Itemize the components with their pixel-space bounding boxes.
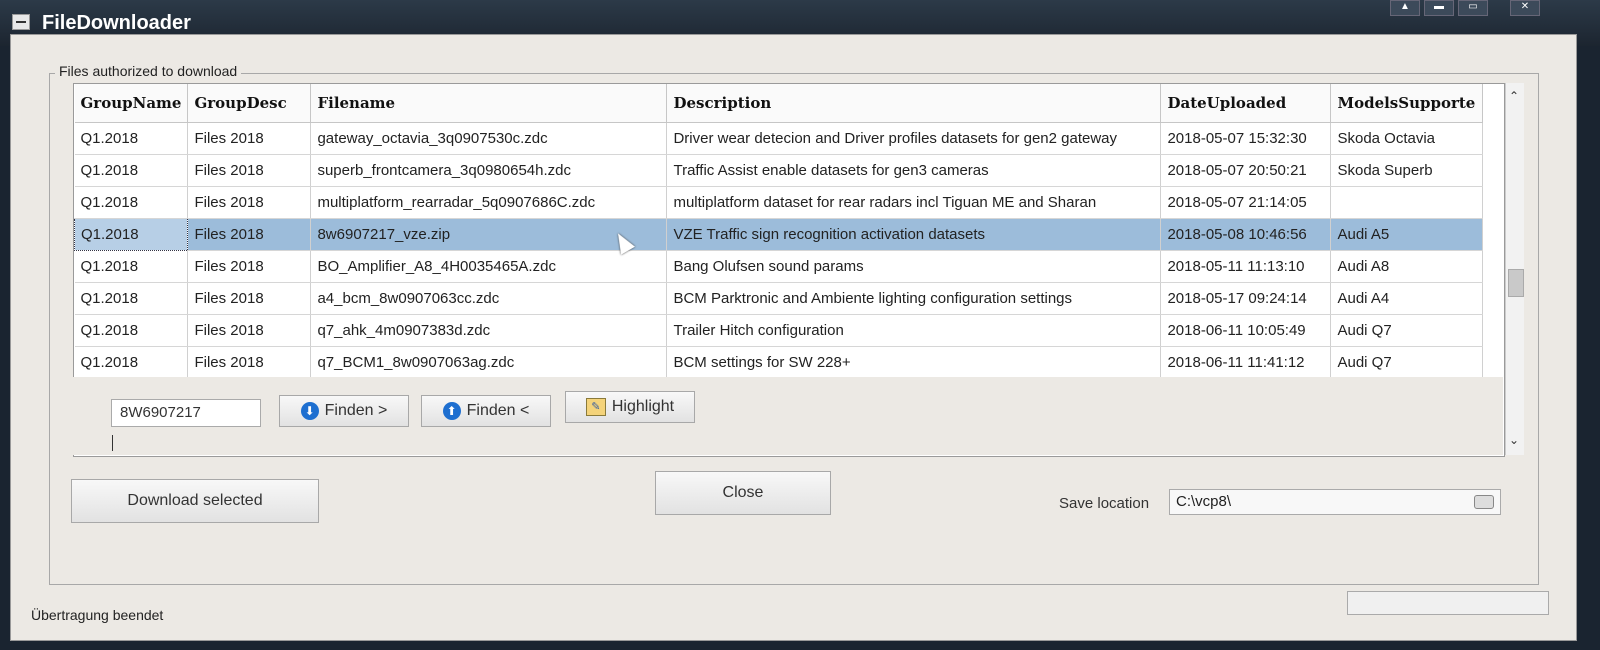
table-cell: BO_Amplifier_A8_4H0035465A.zdc <box>310 250 668 283</box>
browse-icon[interactable] <box>1474 495 1494 509</box>
table-row[interactable]: Q1.2018 Files 2018 multiplatform_rearradar… <box>74 186 1484 219</box>
table-cell: Files 2018 <box>187 122 312 155</box>
column-header[interactable]: GroupDesc <box>187 84 312 123</box>
table-cell: Q1.2018 <box>74 122 189 155</box>
scroll-up-icon[interactable]: ▲ <box>1390 0 1420 16</box>
table-cell: q7_BCM1_8w0907063ag.zdc <box>310 346 668 379</box>
table-cell <box>1330 186 1484 219</box>
table-row[interactable]: Q1.2018 Files 2018 q7_BCM1_8w0907063ag.zdc… <box>74 346 1484 379</box>
table-cell: Files 2018 <box>187 186 312 219</box>
arrow-up-icon: ⬆ <box>442 401 461 420</box>
save-location-label: Save location <box>1059 495 1150 512</box>
table-cell: Q1.2018 <box>74 282 189 315</box>
highlight-icon: ✎ <box>585 397 606 416</box>
progress-bar <box>1347 591 1549 615</box>
table-cell: Files 2018 <box>187 218 312 251</box>
table-row[interactable]: Q1.2018 Files 2018 superb_frontcamera_3q09… <box>74 154 1484 187</box>
table-row[interactable]: Q1.2018 Files 2018 a4_bcm_8w0907063cc.zdc B… <box>74 282 1484 315</box>
table-cell: Audi A4 <box>1330 282 1484 315</box>
table-cell: Files 2018 <box>187 250 312 283</box>
table-cell: Files 2018 <box>187 314 312 347</box>
close-button[interactable]: Close <box>655 471 831 515</box>
table-cell: 2018-06-11 11:41:12 <box>1160 346 1332 379</box>
table-cell: gateway_octavia_3q0907530c.zdc <box>310 122 668 155</box>
table-cell: Skoda Octavia <box>1330 122 1484 155</box>
scroll-up-arrow-icon[interactable]: ⌃ <box>1509 89 1519 103</box>
table-cell: 2018-05-08 10:46:56 <box>1160 218 1332 251</box>
text-caret <box>112 435 113 451</box>
table-cell: Driver wear detecion and Driver profiles… <box>666 122 1162 155</box>
files-group-label: Files authorized to download <box>55 63 242 79</box>
table-header-row: GroupName GroupDesc Filename Description Dat… <box>74 84 1484 123</box>
window-title: FileDownloader <box>42 12 191 34</box>
table-cell: Audi Q7 <box>1330 346 1484 379</box>
download-selected-button[interactable]: Download selected <box>71 479 319 523</box>
table-cell: multiplatform_rearradar_5q0907686C.zdc <box>310 186 668 219</box>
column-header[interactable]: Description <box>666 84 1162 123</box>
find-next-button[interactable]: ⬇ Finden > <box>279 395 409 427</box>
table-cell: Skoda Superb <box>1330 154 1484 187</box>
close-icon[interactable]: ✕ <box>1510 0 1540 16</box>
save-location-value: C:\vcp8\ <box>1176 493 1232 510</box>
table-cell: a4_bcm_8w0907063cc.zdc <box>310 282 668 315</box>
table-cell: 2018-05-07 21:14:05 <box>1160 186 1332 219</box>
table-scrollbar[interactable]: ⌃ ⌄ <box>1505 83 1524 455</box>
table-cell: Audi Q7 <box>1330 314 1484 347</box>
table-cell: Traffic Assist enable datasets for gen3 … <box>666 154 1162 187</box>
save-location-field[interactable]: C:\vcp8\ <box>1169 489 1501 515</box>
table-cell: Trailer Hitch configuration <box>666 314 1162 347</box>
maximize-icon[interactable]: ▭ <box>1458 0 1488 16</box>
files-table: GroupName GroupDesc Filename Description Dat… <box>74 84 1484 379</box>
table-cell: Audi A5 <box>1330 218 1484 251</box>
table-cell: BCM settings for SW 228+ <box>666 346 1162 379</box>
table-cell: multiplatform dataset for rear radars in… <box>666 186 1162 219</box>
table-row[interactable]: Q1.2018 Files 2018 8w6907217_vze.zip VZE Tr… <box>74 218 1484 251</box>
table-row[interactable]: Q1.2018 Files 2018 BO_Amplifier_A8_4H00354… <box>74 250 1484 283</box>
table-cell: Audi A8 <box>1330 250 1484 283</box>
table-cell: Q1.2018 <box>74 346 189 379</box>
column-header[interactable]: ModelsSupporte <box>1330 84 1484 123</box>
table-cell: VZE Traffic sign recognition activation … <box>666 218 1162 251</box>
search-input[interactable]: 8W6907217 <box>111 399 261 427</box>
scroll-thumb[interactable] <box>1508 269 1524 297</box>
minimize-icon[interactable]: ▬ <box>1424 0 1454 16</box>
column-header[interactable]: GroupName <box>74 84 189 123</box>
table-cell: superb_frontcamera_3q0980654h.zdc <box>310 154 668 187</box>
table-cell: Q1.2018 <box>74 186 189 219</box>
table-cell: 2018-06-11 10:05:49 <box>1160 314 1332 347</box>
table-cell: Files 2018 <box>187 282 312 315</box>
table-cell: Bang Olufsen sound params <box>666 250 1162 283</box>
table-row[interactable]: Q1.2018 Files 2018 gateway_octavia_3q09075… <box>74 122 1484 155</box>
highlight-button[interactable]: ✎ Highlight <box>565 391 695 423</box>
find-prev-button[interactable]: ⬆ Finden < <box>421 395 551 427</box>
status-text: Übertragung beendet <box>31 607 164 623</box>
table-cell: 2018-05-17 09:24:14 <box>1160 282 1332 315</box>
table-cell: Q1.2018 <box>74 250 189 283</box>
system-menu-icon[interactable] <box>12 14 30 30</box>
table-cell: 2018-05-11 11:13:10 <box>1160 250 1332 283</box>
table-cell: BCM Parktronic and Ambiente lighting con… <box>666 282 1162 315</box>
column-header[interactable]: Filename <box>310 84 668 123</box>
table-cell: Q1.2018 <box>74 314 189 347</box>
table-cell: Q1.2018 <box>74 218 189 251</box>
table-cell: 2018-05-07 15:32:30 <box>1160 122 1332 155</box>
table-cell: 2018-05-07 20:50:21 <box>1160 154 1332 187</box>
table-cell: q7_ahk_4m0907383d.zdc <box>310 314 668 347</box>
arrow-down-icon: ⬇ <box>300 401 319 420</box>
table-row[interactable]: Q1.2018 Files 2018 q7_ahk_4m0907383d.zdc Tr… <box>74 314 1484 347</box>
main-window: Files authorized to download GroupName Gr… <box>10 34 1577 641</box>
scroll-down-arrow-icon[interactable]: ⌄ <box>1509 433 1519 447</box>
column-header[interactable]: DateUploaded <box>1160 84 1332 123</box>
table-cell: Files 2018 <box>187 154 312 187</box>
table-cell: Files 2018 <box>187 346 312 379</box>
table-cell: Q1.2018 <box>74 154 189 187</box>
